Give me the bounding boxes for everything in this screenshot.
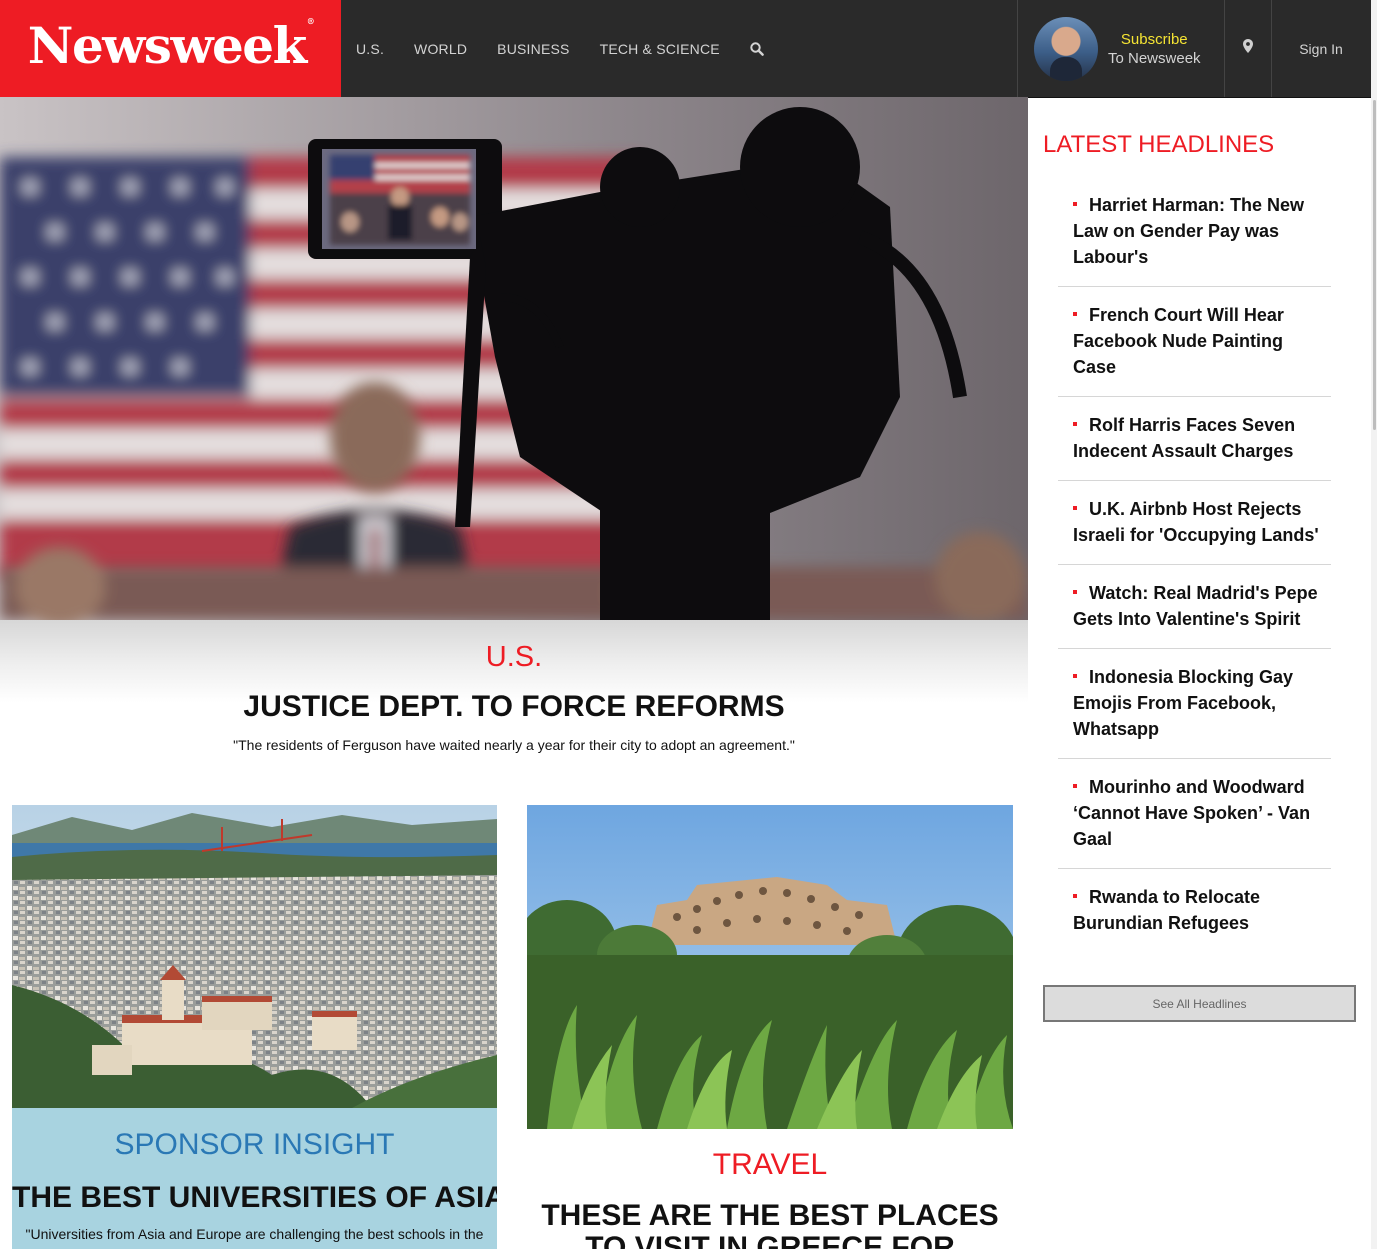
latest-headlines-list: Harriet Harman: The New Law on Gender Pa…	[1058, 177, 1331, 952]
nav-item-us[interactable]: U.S.	[356, 41, 384, 57]
map-pin-icon	[1243, 39, 1253, 58]
latest-headlines-title: LATEST HEADLINES	[1043, 131, 1275, 158]
scrollbar-thumb[interactable]	[1373, 100, 1376, 430]
nav-item-tech-science[interactable]: TECH & SCIENCE	[600, 41, 720, 57]
card-image-universities[interactable]	[12, 805, 497, 1108]
card-image-greece[interactable]	[527, 805, 1013, 1129]
card-headline[interactable]: THESE ARE THE BEST PLACES TO VISIT IN GR…	[527, 1200, 1013, 1249]
card-section-label[interactable]: SPONSOR INSIGHT	[12, 1128, 497, 1162]
bullet-icon	[1073, 673, 1077, 678]
bullet-icon	[1073, 589, 1077, 594]
bullet-icon	[1073, 421, 1077, 426]
headline-link[interactable]: Rwanda to Relocate Burundian Refugees	[1073, 887, 1260, 933]
hero-dek: "The residents of Ferguson have waited n…	[233, 737, 795, 753]
headline-item[interactable]: U.K. Airbnb Host Rejects Israeli for 'Oc…	[1058, 481, 1331, 565]
newsweek-logo[interactable]: Newsweek®	[0, 0, 341, 97]
hero-section-label[interactable]: U.S.	[0, 641, 1028, 674]
primary-nav: U.S. WORLD BUSINESS TECH & SCIENCE	[341, 0, 764, 97]
bullet-icon	[1073, 505, 1077, 510]
card-panel-universities: SPONSOR INSIGHT THE BEST UNIVERSITIES OF…	[12, 1108, 497, 1249]
headline-item[interactable]: Rwanda to Relocate Burundian Refugees	[1058, 869, 1331, 952]
headline-item[interactable]: Harriet Harman: The New Law on Gender Pa…	[1058, 177, 1331, 287]
headline-link[interactable]: Indonesia Blocking Gay Emojis From Faceb…	[1073, 667, 1293, 739]
hero-headline[interactable]: JUSTICE DEPT. TO FORCE REFORMS	[0, 690, 1028, 724]
site-header: Newsweek® U.S. WORLD BUSINESS TECH & SCI…	[0, 0, 1377, 98]
subscribe-button[interactable]: Subscribe To Newsweek	[1017, 0, 1225, 97]
headline-link[interactable]: Harriet Harman: The New Law on Gender Pa…	[1073, 195, 1304, 267]
bullet-icon	[1073, 783, 1077, 788]
subscribe-sublabel: To Newsweek	[1108, 49, 1201, 67]
headline-link[interactable]: Mourinho and Woodward ‘Cannot Have Spoke…	[1073, 777, 1310, 849]
headline-link[interactable]: French Court Will Hear Facebook Nude Pai…	[1073, 305, 1284, 377]
card-headline[interactable]: THE BEST UNIVERSITIES OF ASIA	[12, 1181, 497, 1215]
headline-item[interactable]: Mourinho and Woodward ‘Cannot Have Spoke…	[1058, 759, 1331, 869]
bullet-icon	[1073, 893, 1077, 898]
sign-in-link[interactable]: Sign In	[1271, 0, 1371, 97]
bullet-icon	[1073, 201, 1077, 206]
headline-link[interactable]: Watch: Real Madrid's Pepe Gets Into Vale…	[1073, 583, 1318, 629]
headline-item[interactable]: Rolf Harris Faces Seven Indecent Assault…	[1058, 397, 1331, 481]
card-section-label[interactable]: TRAVEL	[527, 1148, 1013, 1182]
subscribe-label: Subscribe	[1120, 30, 1188, 48]
logo-text: Newsweek®	[27, 16, 315, 75]
headline-item[interactable]: Indonesia Blocking Gay Emojis From Faceb…	[1058, 649, 1331, 759]
headline-item[interactable]: Watch: Real Madrid's Pepe Gets Into Vale…	[1058, 565, 1331, 649]
headline-item[interactable]: French Court Will Hear Facebook Nude Pai…	[1058, 287, 1331, 397]
nav-item-business[interactable]: BUSINESS	[497, 41, 569, 57]
card-dek: "Universities from Asia and Europe are c…	[25, 1226, 484, 1242]
see-all-headlines-button[interactable]: See All Headlines	[1043, 985, 1356, 1022]
search-icon[interactable]	[750, 41, 764, 56]
nav-item-world[interactable]: WORLD	[414, 41, 467, 57]
headline-link[interactable]: U.K. Airbnb Host Rejects Israeli for 'Oc…	[1073, 499, 1319, 545]
bullet-icon	[1073, 311, 1077, 316]
headline-link[interactable]: Rolf Harris Faces Seven Indecent Assault…	[1073, 415, 1295, 461]
location-button[interactable]	[1224, 0, 1272, 97]
subscriber-avatar	[1034, 16, 1098, 81]
hero-image[interactable]	[0, 97, 1028, 620]
subscribe-text: Subscribe To Newsweek	[1108, 31, 1201, 67]
